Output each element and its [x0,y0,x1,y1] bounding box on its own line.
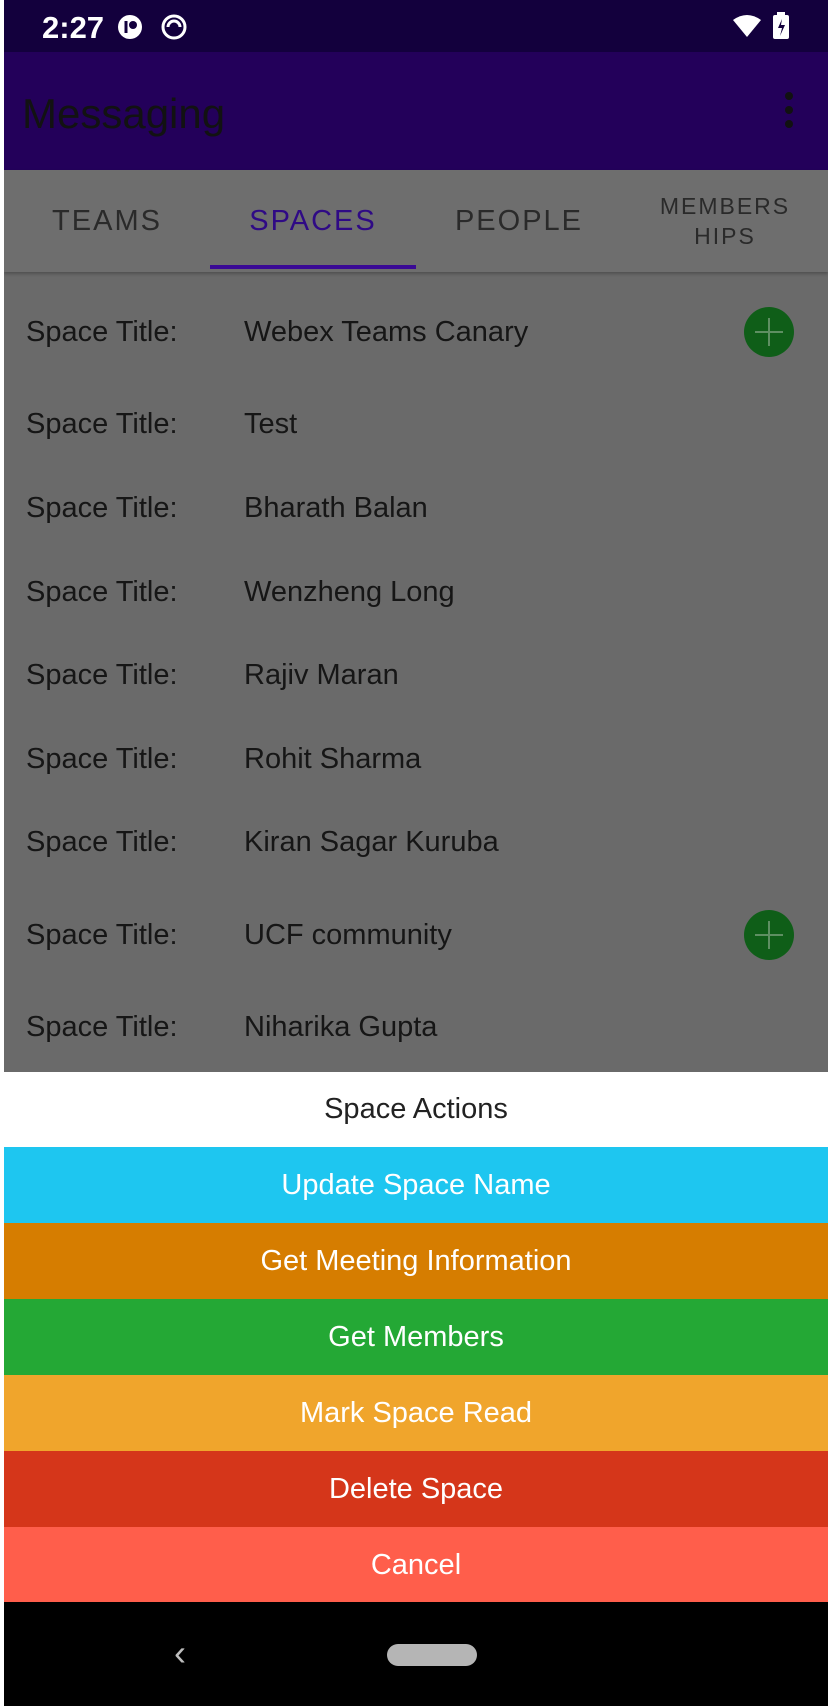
get-meeting-information-button[interactable]: Get Meeting Information [4,1223,828,1299]
add-member-icon[interactable] [744,307,794,357]
space-title-value: Wenzheng Long [244,576,455,608]
space-title-label: Space Title: [26,408,178,440]
tab-spaces[interactable]: SPACES [210,170,416,272]
tab-people[interactable]: PEOPLE [416,170,622,272]
space-title-value: Niharika Gupta [244,1011,438,1043]
sheet-title: Space Actions [4,1072,828,1147]
home-pill-icon[interactable] [387,1644,477,1666]
space-title-label: Space Title: [26,1011,178,1043]
space-title-value: Kiran Sagar Kuruba [244,826,499,858]
space-title-label: Space Title: [26,492,178,524]
update-space-name-button[interactable]: Update Space Name [4,1147,828,1223]
mark-space-read-button[interactable]: Mark Space Read [4,1375,828,1451]
space-title-value: Rajiv Maran [244,659,399,691]
space-title-value: Webex Teams Canary [244,316,529,348]
status-bar: 2:27 [4,0,828,52]
add-member-icon[interactable] [744,910,794,960]
space-row[interactable]: Space Title: UCF community [4,893,828,977]
battery-icon [772,12,790,45]
space-row[interactable]: Space Title: Webex Teams Canary [4,290,828,374]
get-members-button[interactable]: Get Members [4,1299,828,1375]
phone-screen: 2:27 Messaging TEAMS SPACES PEOPLE MEMBE… [4,0,828,1706]
tab-memberships[interactable]: MEMBERS HIPS [622,170,828,272]
sync-icon [160,13,188,46]
app-bar: Messaging [4,52,828,170]
cancel-button[interactable]: Cancel [4,1527,828,1603]
space-row[interactable]: Space Title: Wenzheng Long [4,550,828,634]
space-row[interactable]: Space Title: Niharika Gupta [4,985,828,1069]
space-title-label: Space Title: [26,316,178,348]
tab-teams[interactable]: TEAMS [4,170,210,272]
space-title-label: Space Title: [26,576,178,608]
more-options-icon[interactable] [784,92,794,132]
tab-bar: TEAMS SPACES PEOPLE MEMBERS HIPS [4,170,828,272]
wifi-icon [732,14,762,43]
space-actions-sheet: Space Actions Update Space Name Get Meet… [4,1072,828,1603]
delete-space-button[interactable]: Delete Space [4,1451,828,1527]
space-title-label: Space Title: [26,826,178,858]
space-title-label: Space Title: [26,919,178,951]
system-nav-bar: ‹ [4,1602,828,1706]
space-title-label: Space Title: [26,659,178,691]
space-row[interactable]: Space Title: Bharath Balan [4,466,828,550]
status-time: 2:27 [42,10,105,45]
space-title-value: Bharath Balan [244,492,428,524]
space-row[interactable]: Space Title: Rajiv Maran [4,633,828,717]
space-row[interactable]: Space Title: Kiran Sagar Kuruba [4,800,828,884]
back-icon[interactable]: ‹ [174,1632,186,1674]
space-row[interactable]: Space Title: Test [4,382,828,466]
app-notification-icon [116,13,144,46]
space-title-value: Rohit Sharma [244,743,422,775]
space-title-value: UCF community [244,919,452,951]
space-row[interactable]: Space Title: Rohit Sharma [4,717,828,801]
app-title: Messaging [22,90,226,137]
space-title-label: Space Title: [26,743,178,775]
space-title-value: Test [244,408,298,440]
active-tab-indicator [210,265,416,269]
